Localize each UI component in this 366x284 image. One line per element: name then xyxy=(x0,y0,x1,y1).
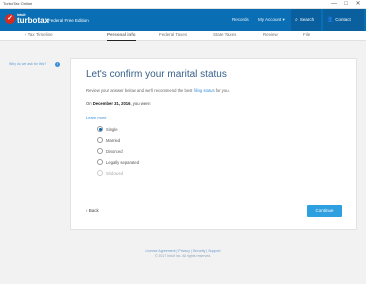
app-header: ✓ intuit turbotax Federal Free Edition R… xyxy=(0,9,366,31)
footer-copyright: © 2017 Intuit Inc. All rights reserved. xyxy=(154,254,212,258)
contact-label: Contact xyxy=(335,17,351,22)
logo-brand: turbotax xyxy=(17,16,49,25)
tab-file[interactable]: File xyxy=(303,32,310,41)
minimize-icon[interactable]: — xyxy=(328,0,340,9)
marital-status-card: Let's confirm your marital status Review… xyxy=(70,58,357,230)
tab-state-taxes[interactable]: State Taxes xyxy=(213,32,236,41)
radio-button[interactable] xyxy=(97,126,103,132)
tab-review[interactable]: Review xyxy=(263,32,278,41)
why-we-ask-link[interactable]: Why do we ask for this? xyxy=(9,62,46,66)
radio-button[interactable] xyxy=(97,137,103,143)
option-label: Single xyxy=(106,127,118,132)
date-question: On December 31, 2016, you were: xyxy=(86,101,151,106)
radio-button[interactable] xyxy=(97,170,103,176)
person-icon: 👤 xyxy=(327,17,334,23)
my-account-menu[interactable]: My Account ▾ xyxy=(258,17,285,23)
search-button[interactable]: ⌕ Search xyxy=(291,9,321,31)
checkmark-logo-icon: ✓ xyxy=(5,14,15,24)
footer-links[interactable]: License Agreement | Privacy | Security |… xyxy=(0,249,366,253)
tax-date: December 31, 2016 xyxy=(92,101,131,106)
radio-button[interactable] xyxy=(97,148,103,154)
option-label: Widowed xyxy=(106,171,124,176)
intro-text-post: for you. xyxy=(214,88,230,93)
close-icon[interactable]: ✕ xyxy=(352,0,364,9)
records-link[interactable]: Records xyxy=(232,17,249,22)
search-label: Search xyxy=(299,17,315,22)
option-label: Divorced xyxy=(106,149,123,154)
search-icon: ⌕ xyxy=(295,17,298,23)
section-nav: ‹ Tax Timeline Personal info Federal Tax… xyxy=(0,31,366,41)
window-titlebar: TurboTax Online — □ ✕ xyxy=(0,0,366,9)
continue-button[interactable]: Continue xyxy=(307,205,342,217)
intro-text: Review your answer below and we'll recom… xyxy=(86,88,230,93)
contact-button[interactable]: 👤 Contact xyxy=(323,9,364,31)
radio-button[interactable] xyxy=(97,159,103,165)
product-edition: Federal Free Edition xyxy=(48,18,89,23)
page-title: Let's confirm your marital status xyxy=(86,69,227,80)
info-icon[interactable]: i xyxy=(55,62,60,67)
tab-personal-info[interactable]: Personal info xyxy=(107,32,136,41)
tax-timeline-link[interactable]: ‹ Tax Timeline xyxy=(25,32,53,41)
option-label: Legally separated xyxy=(106,160,140,165)
window-title: TurboTax Online xyxy=(3,1,33,6)
option-label: Married xyxy=(106,138,121,143)
turbotax-logo: ✓ intuit turbotax Federal Free Edition xyxy=(5,13,89,27)
back-button[interactable]: ‹ Back xyxy=(86,208,99,213)
intro-text-pre: Review your answer below and we'll recom… xyxy=(86,88,194,93)
tab-federal-taxes[interactable]: Federal Taxes xyxy=(159,32,187,41)
filing-status-link[interactable]: filing status xyxy=(194,88,215,93)
date-post: , you were: xyxy=(130,101,151,106)
learn-more-link[interactable]: Learn more xyxy=(86,115,106,120)
date-pre: On xyxy=(86,101,93,106)
maximize-icon[interactable]: □ xyxy=(340,0,352,9)
